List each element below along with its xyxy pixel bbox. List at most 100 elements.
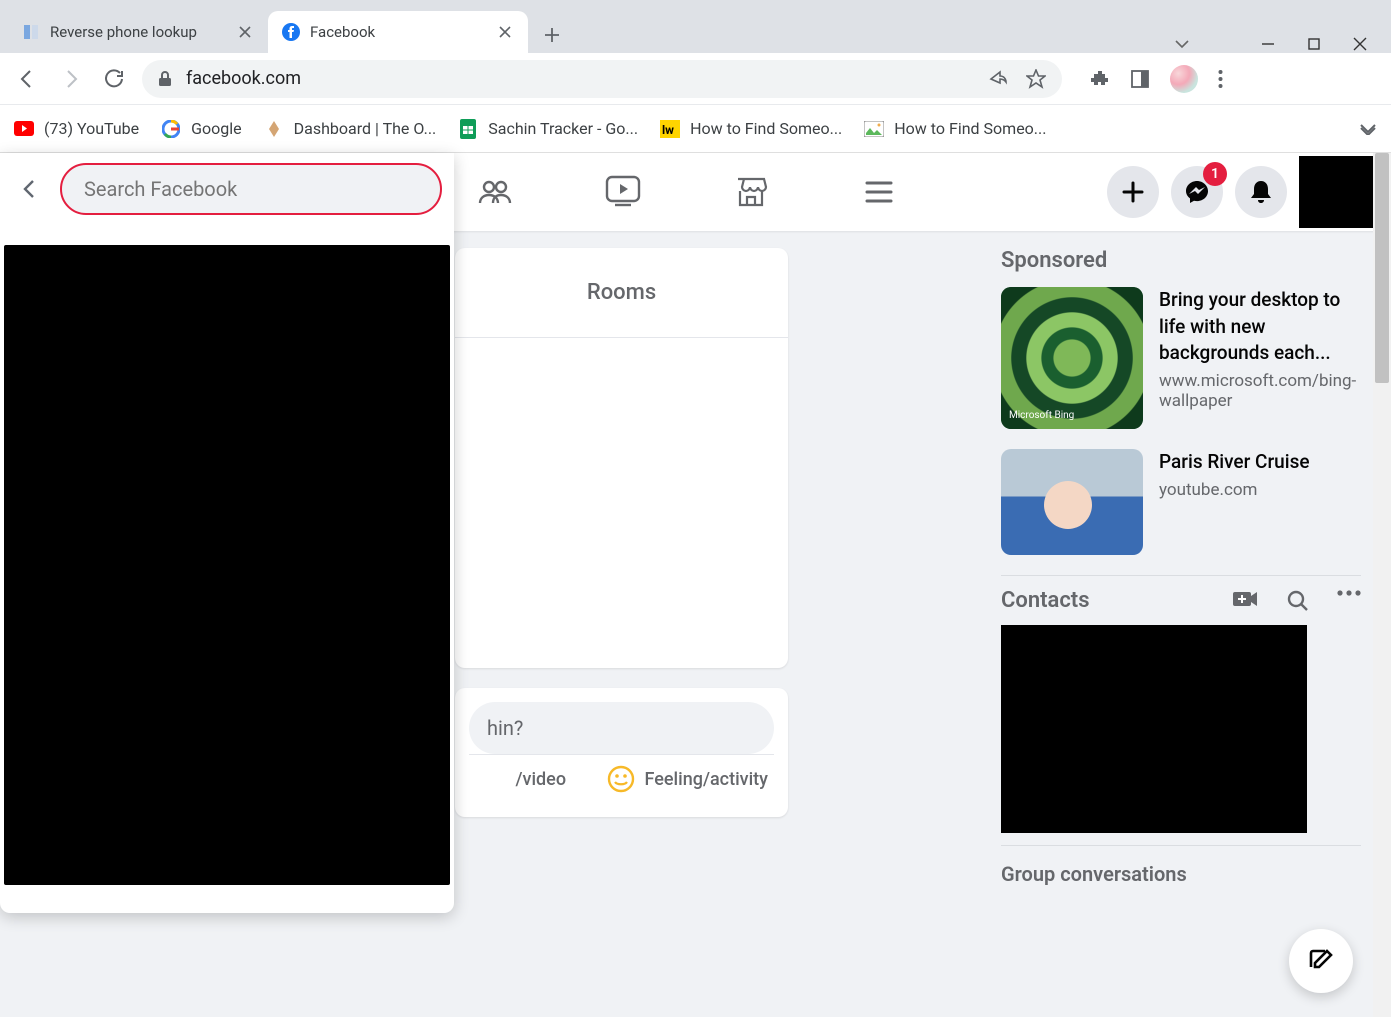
bookmark-sheets[interactable]: Sachin Tracker - Go... xyxy=(458,119,638,139)
picture-icon xyxy=(864,119,884,139)
google-icon xyxy=(161,119,181,139)
new-message-fab[interactable] xyxy=(1289,929,1353,993)
divider xyxy=(1001,845,1361,846)
right-column: Sponsored Microsoft Bing Bring your desk… xyxy=(1001,248,1361,886)
share-icon[interactable] xyxy=(988,69,1008,89)
youtube-icon xyxy=(14,119,34,139)
bookmark-label: (73) YouTube xyxy=(44,119,139,138)
reload-button[interactable] xyxy=(98,62,132,96)
tab-title: Reverse phone lookup xyxy=(50,23,197,41)
rooms-card: Rooms xyxy=(455,248,788,668)
sponsor-image: Microsoft Bing xyxy=(1001,287,1143,429)
odin-icon xyxy=(264,119,284,139)
search-back-button[interactable] xyxy=(12,171,48,207)
fb-header-right: 1 xyxy=(1107,156,1391,228)
smile-icon xyxy=(607,765,635,793)
bookmark-label: How to Find Someo... xyxy=(690,119,842,138)
sheets-icon xyxy=(458,119,478,139)
divider xyxy=(1001,575,1361,576)
close-icon[interactable] xyxy=(236,23,254,41)
tab-reverse-lookup[interactable]: Reverse phone lookup xyxy=(8,11,268,53)
composer-input[interactable]: hin? xyxy=(469,702,774,754)
chevron-down-icon[interactable] xyxy=(1173,35,1191,53)
bookmark-lw[interactable]: lw How to Find Someo... xyxy=(660,119,842,139)
favicon-generic xyxy=(22,23,40,41)
tab-facebook[interactable]: Facebook xyxy=(268,11,528,53)
sponsor-title: Paris River Cruise xyxy=(1159,449,1361,476)
contacts-heading: Contacts xyxy=(1001,588,1090,613)
watch-tab-icon[interactable] xyxy=(603,172,643,212)
close-window-button[interactable] xyxy=(1351,35,1369,53)
contacts-redacted xyxy=(1001,625,1307,833)
url-text: facebook.com xyxy=(186,68,301,89)
svg-text:lw: lw xyxy=(662,123,674,137)
feed-column: Rooms hin? /video Feeling/activity xyxy=(455,248,788,837)
options-icon[interactable] xyxy=(1337,590,1361,612)
bookmark-pic[interactable]: How to Find Someo... xyxy=(864,119,1046,139)
address-bar: facebook.com xyxy=(0,53,1391,105)
bookmark-youtube[interactable]: (73) YouTube xyxy=(14,119,139,139)
back-button[interactable] xyxy=(10,62,44,96)
new-tab-button[interactable] xyxy=(534,17,570,53)
fb-center-nav xyxy=(475,172,899,212)
lw-icon: lw xyxy=(660,119,680,139)
create-button[interactable] xyxy=(1107,166,1159,218)
extensions-area xyxy=(1072,65,1223,93)
search-input[interactable] xyxy=(84,177,418,201)
new-room-icon[interactable] xyxy=(1233,590,1259,612)
forward-button[interactable] xyxy=(54,62,88,96)
extensions-icon[interactable] xyxy=(1090,69,1110,89)
chrome-menu-icon[interactable] xyxy=(1218,69,1223,89)
facebook-page: 1 Rooms hin? /video Feeling/ac xyxy=(0,153,1391,1017)
action-label: /video xyxy=(516,769,567,790)
search-icon[interactable] xyxy=(1287,590,1309,612)
action-label: Feeling/activity xyxy=(645,769,768,790)
sponsor-link: www.microsoft.com/bing-wallpaper xyxy=(1159,371,1361,411)
composer-card: hin? /video Feeling/activity xyxy=(455,688,788,817)
marketplace-tab-icon[interactable] xyxy=(731,172,771,212)
sponsor-link: youtube.com xyxy=(1159,480,1361,500)
group-conversations-heading: Group conversations xyxy=(1001,862,1361,886)
lock-icon xyxy=(158,71,172,87)
composer-video-action[interactable]: /video xyxy=(475,765,607,793)
rooms-tab[interactable]: Rooms xyxy=(455,248,788,338)
close-icon[interactable] xyxy=(496,23,514,41)
composer-feeling-action[interactable]: Feeling/activity xyxy=(607,765,768,793)
bookmark-star-icon[interactable] xyxy=(1026,69,1046,89)
search-dropdown xyxy=(0,153,454,913)
bookmark-label: Sachin Tracker - Go... xyxy=(488,119,638,138)
contacts-header: Contacts xyxy=(1001,588,1361,613)
composer-prompt: hin? xyxy=(487,716,523,740)
scrollbar-thumb[interactable] xyxy=(1375,153,1389,383)
maximize-button[interactable] xyxy=(1305,35,1323,53)
sponsor-image xyxy=(1001,449,1143,555)
sponsor-title: Bring your desktop to life with new back… xyxy=(1159,287,1361,367)
scrollbar[interactable] xyxy=(1373,153,1391,1017)
bookmark-dashboard[interactable]: Dashboard | The O... xyxy=(264,119,437,139)
sponsored-item-2[interactable]: Paris River Cruise youtube.com xyxy=(1001,449,1361,555)
omnibox[interactable]: facebook.com xyxy=(142,60,1062,98)
friends-tab-icon[interactable] xyxy=(475,172,515,212)
facebook-icon xyxy=(282,23,300,41)
search-results-redacted xyxy=(4,245,450,885)
rooms-body xyxy=(455,338,788,668)
account-redacted[interactable] xyxy=(1299,156,1379,228)
minimize-button[interactable] xyxy=(1259,35,1277,53)
sponsored-item-1[interactable]: Microsoft Bing Bring your desktop to lif… xyxy=(1001,287,1361,429)
profile-avatar[interactable] xyxy=(1170,65,1198,93)
window-controls xyxy=(1173,27,1391,53)
bing-watermark: Microsoft Bing xyxy=(1009,410,1074,421)
bookmark-label: How to Find Someo... xyxy=(894,119,1046,138)
bookmarks-overflow[interactable] xyxy=(1359,123,1377,135)
sponsored-heading: Sponsored xyxy=(1001,248,1361,273)
browser-titlebar: Reverse phone lookup Facebook xyxy=(0,0,1391,53)
messenger-button[interactable]: 1 xyxy=(1171,166,1223,218)
side-panel-icon[interactable] xyxy=(1130,69,1150,89)
tab-title: Facebook xyxy=(310,23,375,41)
menu-tab-icon[interactable] xyxy=(859,172,899,212)
bookmark-label: Google xyxy=(191,119,242,138)
notifications-button[interactable] xyxy=(1235,166,1287,218)
tab-strip: Reverse phone lookup Facebook xyxy=(0,3,1173,53)
bookmark-google[interactable]: Google xyxy=(161,119,242,139)
search-input-wrap[interactable] xyxy=(60,163,442,215)
